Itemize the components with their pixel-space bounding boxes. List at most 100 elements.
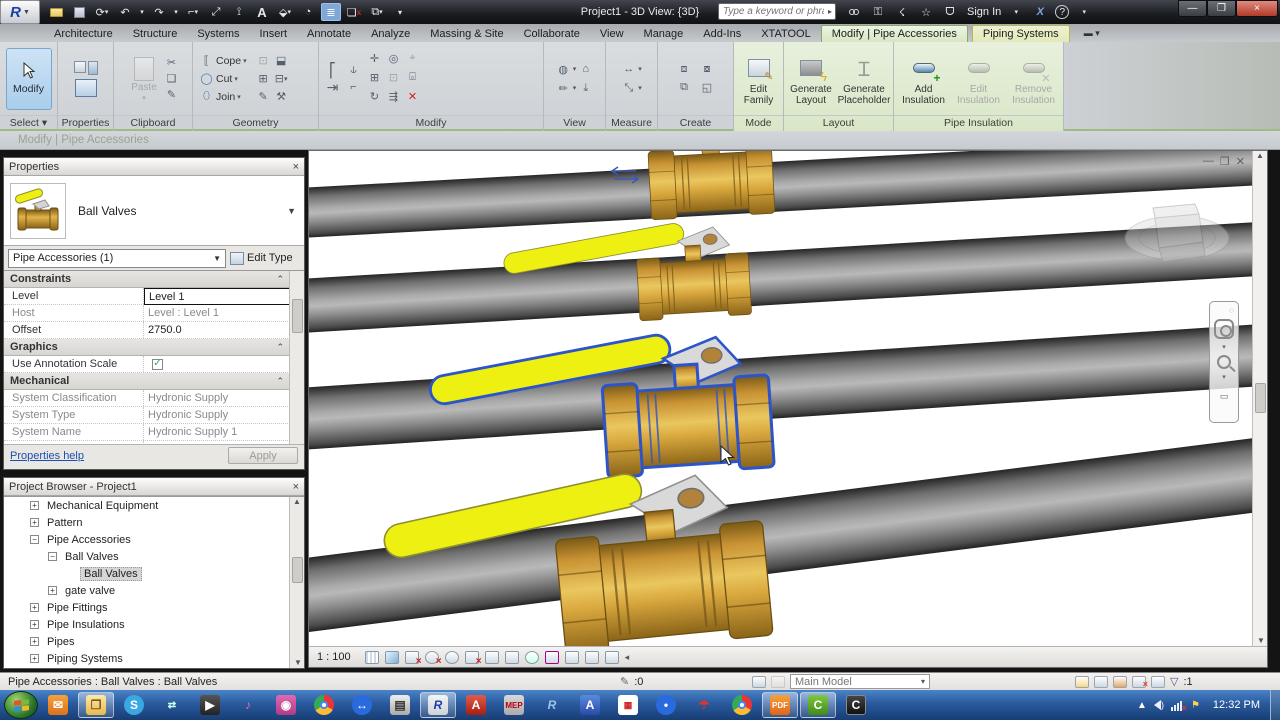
delete-icon[interactable]: ✕ bbox=[405, 89, 420, 104]
taskbar-explorer-icon[interactable]: ❒ bbox=[78, 692, 114, 718]
taskbar-calculator-icon[interactable]: ▤ bbox=[382, 692, 418, 718]
array-icon[interactable]: ⊞ bbox=[367, 70, 382, 85]
tree-item-gate-valve[interactable]: + gate valve bbox=[4, 582, 304, 599]
edit-type-button[interactable]: Edit Type bbox=[230, 251, 293, 265]
edit-insulation-button[interactable]: Edit Insulation bbox=[953, 51, 1005, 106]
taskbar-messenger-icon[interactable]: ⇄ bbox=[154, 692, 190, 718]
tree-item-piping-systems[interactable]: + Piping Systems bbox=[4, 650, 304, 667]
taskbar-media-player-icon[interactable]: ▶ bbox=[192, 692, 228, 718]
tree-item-pipes[interactable]: + Pipes bbox=[4, 633, 304, 650]
sign-in-avatar-icon[interactable]: ᗜ bbox=[941, 4, 959, 20]
sun-path-icon[interactable]: × bbox=[404, 650, 422, 667]
tab-add-ins[interactable]: Add-Ins bbox=[693, 26, 751, 42]
properties-palette-header[interactable]: Properties × bbox=[4, 158, 304, 176]
temporary-hide-isolate-icon[interactable] bbox=[524, 650, 539, 664]
restore-button[interactable]: ❐ bbox=[1207, 0, 1236, 17]
property-row-offset[interactable]: Offset 2750.0 bbox=[4, 322, 304, 339]
cut-to-clipboard-icon[interactable]: ✂ bbox=[164, 55, 179, 70]
taskbar-camtasia-icon[interactable]: C bbox=[800, 692, 836, 718]
select-underlay-icon[interactable]: × bbox=[1132, 675, 1148, 689]
save-button[interactable] bbox=[69, 3, 89, 21]
tag-button[interactable]: ⟟ bbox=[229, 3, 249, 21]
undo-button[interactable]: ↶ bbox=[115, 3, 135, 21]
tab-collaborate[interactable]: Collaborate bbox=[514, 26, 590, 42]
property-row-annotation-scale[interactable]: Use Annotation Scale ✓ bbox=[4, 356, 304, 373]
show-desktop-button[interactable] bbox=[1270, 690, 1280, 720]
select-pinned-icon[interactable] bbox=[1113, 675, 1127, 688]
minimize-button[interactable]: — bbox=[1178, 0, 1207, 17]
tab-manage[interactable]: Manage bbox=[634, 26, 694, 42]
create-parts-icon[interactable]: ◱ bbox=[700, 80, 715, 95]
join-geometry-button[interactable]: ⬯ Join ▾ bbox=[199, 89, 247, 104]
tree-item-ball-valves-type[interactable]: Ball Valves bbox=[4, 565, 304, 582]
add-insulation-button[interactable]: + Add Insulation bbox=[898, 51, 950, 106]
ball-valve-1[interactable] bbox=[647, 151, 776, 221]
selection-box-icon[interactable]: ⌂ bbox=[578, 62, 593, 77]
redo-button[interactable]: ↷ bbox=[149, 3, 169, 21]
exchange-apps-icon[interactable]: X bbox=[1031, 4, 1049, 20]
search-go-icon[interactable]: ▸ bbox=[828, 7, 832, 16]
tab-insert[interactable]: Insert bbox=[250, 26, 298, 42]
property-row-level[interactable]: Level Level 1 bbox=[4, 287, 304, 305]
type-selector[interactable]: Ball Valves ▼ bbox=[4, 176, 304, 246]
offset-icon[interactable]: ⇥ bbox=[325, 79, 340, 95]
pin-icon[interactable]: ⌖ bbox=[405, 51, 420, 66]
help-icon[interactable]: ? bbox=[1055, 5, 1070, 19]
tab-architecture[interactable]: Architecture bbox=[44, 26, 123, 42]
linework-icon[interactable]: ✏ bbox=[556, 81, 571, 96]
split-icon[interactable]: ⇶ bbox=[386, 89, 401, 104]
tab-xtatool[interactable]: XTATOOL bbox=[751, 26, 821, 42]
properties-help-link[interactable]: Properties help bbox=[10, 450, 84, 462]
measure-button[interactable]: ⌐ ▾ bbox=[183, 3, 203, 21]
tab-modify-pipe-accessories[interactable]: Modify | Pipe Accessories bbox=[820, 25, 968, 42]
measure-between-icon[interactable]: ↔ bbox=[621, 62, 636, 77]
cope-button[interactable]: ⟦ Cope ▾ bbox=[199, 53, 247, 68]
taskbar-revit-icon[interactable]: R bbox=[420, 692, 456, 718]
select-links-icon[interactable] bbox=[1094, 675, 1108, 688]
add-to-set-icon[interactable] bbox=[771, 675, 785, 688]
navbar-close-icon[interactable]: ◌ bbox=[1229, 306, 1234, 315]
ball-valve-2[interactable] bbox=[501, 218, 752, 329]
tray-expand-icon[interactable]: ▲ bbox=[1137, 700, 1147, 711]
viewcube[interactable] bbox=[1117, 196, 1237, 276]
filter-icon[interactable]: ▽ bbox=[1170, 675, 1178, 688]
volume-icon[interactable]: ) bbox=[1153, 700, 1164, 710]
cut-geometry-button[interactable]: ◯ Cut ▾ bbox=[199, 71, 247, 86]
taskbar-pdf-icon[interactable]: PDF bbox=[762, 692, 798, 718]
taskbar-teamviewer-icon[interactable]: ↔ bbox=[344, 692, 380, 718]
close-hidden-windows-button[interactable]: ❏ x bbox=[344, 3, 364, 21]
tab-view[interactable]: View bbox=[590, 26, 634, 42]
view-minimize-icon[interactable]: — bbox=[1203, 155, 1214, 168]
paste-button[interactable]: Paste ▾ bbox=[127, 55, 161, 102]
render-icon[interactable] bbox=[444, 650, 459, 664]
help-dropdown[interactable]: ▾ bbox=[1075, 4, 1093, 20]
active-design-option-select[interactable]: Main Model ▾ bbox=[790, 674, 930, 689]
unpin-icon[interactable]: ⌻ bbox=[405, 70, 420, 85]
project-browser-scrollbar[interactable]: ▲ ▼ bbox=[289, 497, 304, 668]
subscription-key-icon[interactable]: ⚿ bbox=[869, 4, 887, 20]
tree-item-pattern[interactable]: + Pattern bbox=[4, 514, 304, 531]
sign-in-dropdown[interactable]: ▾ bbox=[1007, 4, 1025, 20]
annotation-scale-checkbox[interactable]: ✓ bbox=[152, 358, 163, 370]
unjoin-icon[interactable]: ✎ bbox=[256, 89, 271, 104]
create-group-icon[interactable]: ⧈ bbox=[677, 62, 692, 77]
create-similar-icon[interactable]: ⧇ bbox=[700, 62, 715, 77]
tab-analyze[interactable]: Analyze bbox=[361, 26, 420, 42]
visual-style-icon[interactable] bbox=[384, 650, 399, 664]
crop-region-visible-icon[interactable] bbox=[484, 650, 499, 664]
sync-button[interactable]: ⟳ ▾ bbox=[92, 3, 112, 21]
tree-item-pipe-insulations[interactable]: + Pipe Insulations bbox=[4, 616, 304, 633]
search-icon[interactable] bbox=[845, 4, 863, 20]
copy-to-clipboard-icon[interactable]: ❏ bbox=[164, 71, 179, 86]
align-icon[interactable]: ⎡ bbox=[325, 62, 340, 78]
taskbar-chrome-icon[interactable] bbox=[306, 692, 342, 718]
split-face-icon[interactable]: ⊟ ▾ bbox=[274, 71, 289, 86]
thin-lines-button[interactable]: ≣ bbox=[321, 3, 341, 21]
taskbar-chrome-2-icon[interactable] bbox=[724, 692, 760, 718]
tree-item-pipe-fittings[interactable]: + Pipe Fittings bbox=[4, 599, 304, 616]
design-options-icon[interactable] bbox=[752, 675, 766, 688]
constraints-icon[interactable] bbox=[584, 650, 599, 664]
wheel-dropdown-icon[interactable]: ▾ bbox=[1222, 343, 1226, 351]
taskbar-revit-2-icon[interactable]: R bbox=[534, 692, 570, 718]
crop-view-icon[interactable]: × bbox=[464, 650, 482, 667]
